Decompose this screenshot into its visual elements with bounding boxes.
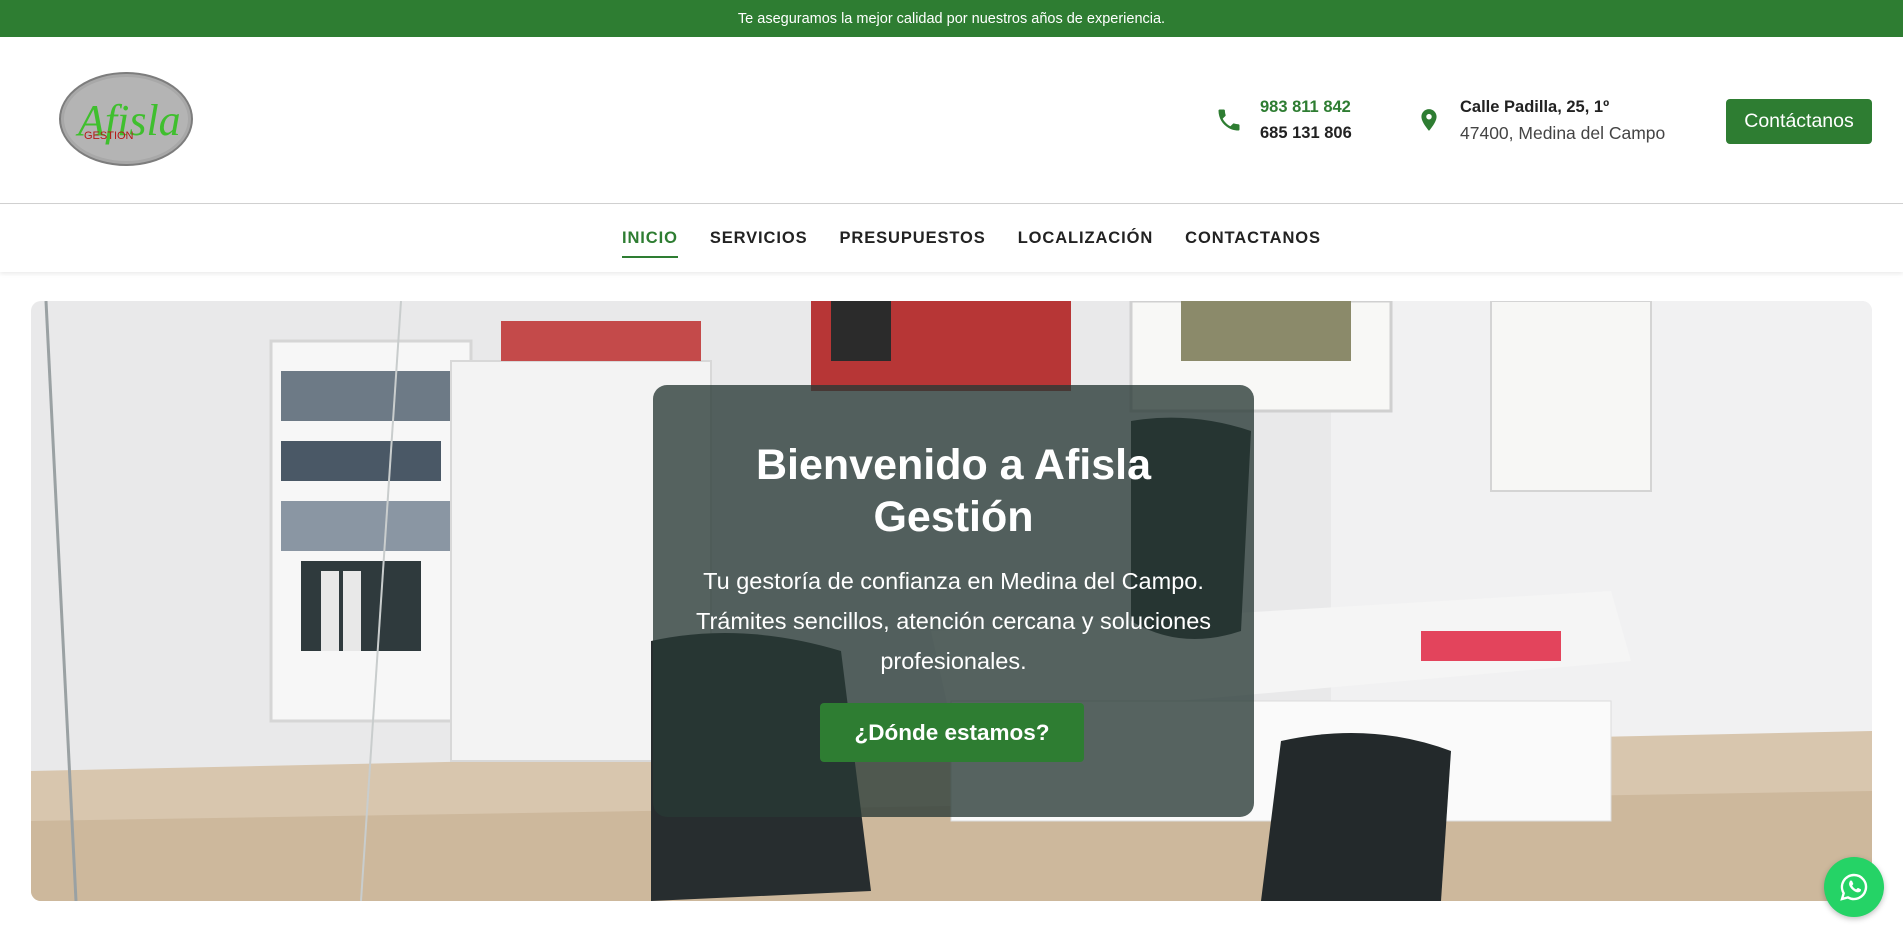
main-navigation: INICIO SERVICIOS PRESUPUESTOS LOCALIZACI… (0, 205, 1903, 272)
nav-item-inicio[interactable]: INICIO (622, 205, 678, 272)
whatsapp-icon (1840, 873, 1868, 901)
phone-icon (1212, 103, 1246, 137)
hero-card: Bienvenido a Afisla Gestión Tu gestoría … (653, 385, 1254, 817)
contact-button[interactable]: Contáctanos (1726, 99, 1872, 144)
nav-item-presupuestos[interactable]: PRESUPUESTOS (840, 205, 986, 272)
nav-item-servicios[interactable]: SERVICIOS (710, 205, 808, 272)
nav-item-contactanos[interactable]: CONTACTANOS (1185, 205, 1321, 272)
announcement-bar: Te aseguramos la mejor calidad por nuest… (0, 0, 1903, 37)
phone-primary-link[interactable]: 983 811 842 (1260, 97, 1352, 117)
address-contact: Calle Padilla, 25, 1º 47400, Medina del … (1412, 97, 1665, 143)
nav-item-localizacion[interactable]: LOCALIZACIÓN (1018, 205, 1153, 272)
hero-banner: Bienvenido a Afisla Gestión Tu gestoría … (31, 301, 1872, 901)
logo-graphic: Afisla GESTION (59, 72, 193, 166)
site-header: Afisla GESTION 983 811 842 685 131 806 C… (0, 37, 1903, 204)
hero-subtitle: Tu gestoría de confianza en Medina del C… (695, 568, 1212, 674)
address-city: 47400, Medina del Campo (1460, 123, 1666, 143)
svg-text:GESTION: GESTION (84, 130, 134, 142)
phone-secondary-link[interactable]: 685 131 806 (1260, 123, 1352, 143)
hero-title: Bienvenido a Afisla Gestión (755, 441, 1152, 541)
company-logo[interactable]: Afisla GESTION (58, 71, 194, 166)
announcement-text: Te aseguramos la mejor calidad por nuest… (737, 10, 1166, 27)
phone-contact: 983 811 842 685 131 806 (1212, 97, 1352, 143)
whatsapp-button[interactable] (1824, 857, 1884, 917)
address-street: Calle Padilla, 25, 1º (1460, 98, 1610, 116)
location-button[interactable]: ¿Dónde estamos? (820, 703, 1084, 762)
location-pin-icon (1412, 103, 1446, 137)
